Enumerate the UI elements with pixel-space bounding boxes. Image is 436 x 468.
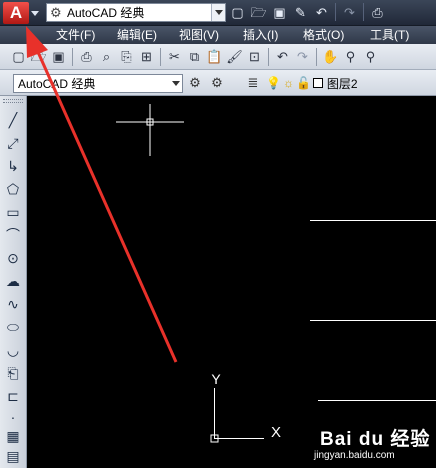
polygon-icon[interactable]: ⬠ [3,179,23,199]
separator [160,47,161,66]
pan-icon[interactable]: ✋ [321,47,340,66]
publish-icon[interactable]: ⎘ [117,47,136,66]
watermark-url: jingyan.baidu.com [314,450,395,461]
lightbulb-icon: 💡 [266,76,281,90]
paste-icon[interactable]: 📋 [205,47,224,66]
plot-icon[interactable]: ⊞ [137,47,156,66]
menu-view[interactable]: 视图(V) [179,28,219,42]
match-properties-icon[interactable]: 🖌 [225,47,244,66]
open-icon[interactable]: 🗁 [249,3,268,22]
sun-icon: ☼ [282,76,294,90]
workspace-extra-icon[interactable]: ⚙ [208,74,226,92]
separator [335,3,336,21]
spline-icon[interactable]: ∿ [3,294,23,314]
print-icon[interactable]: ⎙ [368,3,387,22]
print-preview-icon[interactable]: ⌕ [97,47,116,66]
watermark-brand: Bai du 经验 [320,429,431,450]
chevron-down-icon [172,81,180,86]
ellipse-icon[interactable]: ⬭ [3,317,23,337]
undo-icon[interactable]: ↶ [273,47,292,66]
ellipse-arc-icon[interactable]: ◡ [3,340,23,360]
redo-icon[interactable]: ↷ [340,3,359,22]
zoom-window-icon[interactable]: ⚲ [361,47,380,66]
save-as-icon[interactable]: ✎ [291,3,310,22]
revision-cloud-icon[interactable]: ☁ [3,271,23,291]
separator [268,47,269,66]
ucs-x-label: X [271,424,281,441]
save-icon[interactable]: ▣ [49,47,68,66]
workspace-dropdown-2[interactable]: AutoCAD 经典 [13,74,183,93]
layer-name: 图层2 [326,76,358,91]
workspace-layer-toolbar: AutoCAD 经典 ⚙ ⚙ ≣ 💡 ☼ 🔓 图层2 [0,70,436,96]
menu-format[interactable]: 格式(O) [303,28,344,42]
menu-file[interactable]: 文件(F) [56,28,95,42]
hatch-icon[interactable]: ▦ [3,426,23,446]
toolbar-grip[interactable] [3,99,23,103]
zoom-realtime-icon[interactable]: ⚲ [341,47,360,66]
block-editor-icon[interactable]: ⊡ [245,47,264,66]
redo-icon[interactable]: ↷ [293,47,312,66]
new-icon[interactable]: ▢ [228,3,247,22]
polyline-icon[interactable]: ↳ [3,156,23,176]
print-icon[interactable]: ⎙ [77,47,96,66]
layer-properties-icon[interactable]: ≣ [244,74,262,92]
layer-dropdown[interactable]: 💡 ☼ 🔓 图层2 [266,74,358,92]
workspace-value: AutoCAD 经典 [67,6,145,20]
chevron-down-icon [31,11,39,16]
cut-icon[interactable]: ✂ [165,47,184,66]
crosshair-cursor [116,104,184,156]
dropdown-arrow-icon[interactable] [211,4,225,21]
new-icon[interactable]: ▢ [9,47,28,66]
drawing-canvas-svg: Y X [116,104,436,443]
make-block-icon[interactable]: ⊏ [3,386,23,406]
undo-icon[interactable]: ↶ [312,3,331,22]
workspace-value-2: AutoCAD 经典 [18,77,96,91]
point-icon[interactable]: · [3,407,23,427]
layer-color-swatch [312,78,323,88]
rectangle-icon[interactable]: ▭ [3,202,23,222]
ucs-icon [210,388,264,443]
save-icon[interactable]: ▣ [270,3,289,22]
menu-tools[interactable]: 工具(T) [370,28,409,42]
line-icon[interactable]: ╱ [3,110,23,130]
baidu-watermark: Bai du 经验 jingyan.baidu.com [306,418,436,468]
separator [316,47,317,66]
autocad-logo-icon: A [3,2,29,24]
copy-icon[interactable]: ⧉ [185,47,204,66]
ucs-y-label: Y [211,371,221,387]
drawing-area[interactable]: Y X [28,96,436,468]
application-menu-button[interactable]: A [0,0,44,26]
workspace-settings-icon[interactable]: ⚙ [186,74,204,92]
workspace-dropdown[interactable]: ⚙ AutoCAD 经典 [46,3,226,22]
insert-block-icon[interactable]: ⎗ [3,363,23,383]
circle-icon[interactable]: ⊙ [3,248,23,268]
title-bar: A ⚙ AutoCAD 经典 ▢ 🗁 ▣ ✎ ↶ ↷ ⎙ [0,0,436,26]
arc-icon[interactable]: ⌒ [3,225,23,245]
quick-access-toolbar: ▢ 🗁 ▣ ✎ ↶ ↷ ⎙ [228,3,387,23]
menu-insert[interactable]: 插入(I) [243,28,278,42]
separator [363,3,364,21]
separator [72,47,73,66]
menu-edit[interactable]: 编辑(E) [117,28,157,42]
open-icon[interactable]: 🗁 [29,47,48,66]
menu-bar: 文件(F) 编辑(E) 视图(V) 插入(I) 格式(O) 工具(T) [0,26,436,44]
draw-toolbar: ╱ ⤢ ↳ ⬠ ▭ ⌒ ⊙ ☁ ∿ ⬭ ◡ ⎗ ⊏ · ▦ ▤ [0,96,27,468]
lock-open-icon: 🔓 [295,76,311,90]
gear-icon: ⚙ [50,5,62,20]
construction-line-icon[interactable]: ⤢ [3,133,23,153]
standard-toolbar: ▢ 🗁 ▣ ⎙ ⌕ ⎘ ⊞ ✂ ⧉ 📋 🖌 ⊡ ↶ ↷ ✋ ⚲ ⚲ [0,44,436,70]
gradient-icon[interactable]: ▤ [3,446,23,466]
